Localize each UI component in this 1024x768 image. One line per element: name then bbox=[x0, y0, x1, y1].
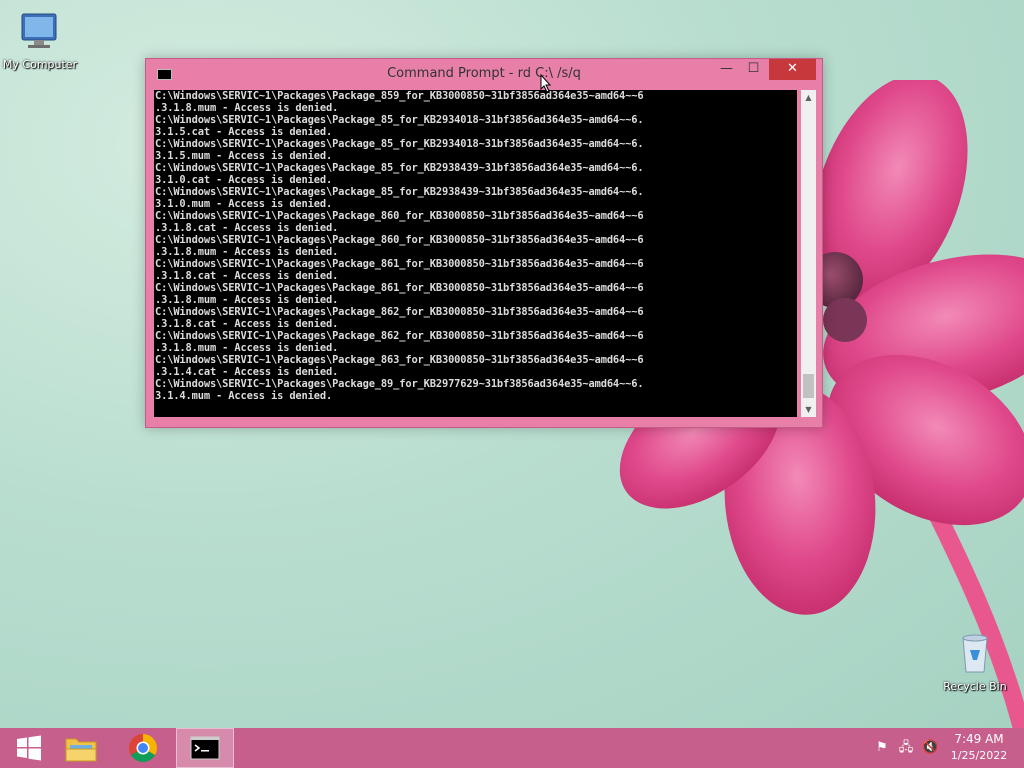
recycle-bin-icon bbox=[962, 634, 988, 673]
my-computer-label: My Computer bbox=[2, 58, 78, 71]
windows-logo-icon bbox=[17, 735, 41, 761]
console-line: C:\Windows\SERVIC~1\Packages\Package_859… bbox=[155, 90, 644, 102]
console-line: .3.1.8.mum - Access is denied. bbox=[155, 246, 339, 258]
clock-date: 1/25/2022 bbox=[950, 749, 1008, 762]
network-icon[interactable]: 🖧 bbox=[898, 740, 914, 756]
console-line: .3.1.8.cat - Access is denied. bbox=[155, 318, 339, 330]
scrollbar-thumb[interactable] bbox=[803, 374, 814, 398]
console-line: .3.1.8.mum - Access is denied. bbox=[155, 102, 339, 114]
console-line: C:\Windows\SERVIC~1\Packages\Package_85_… bbox=[155, 162, 644, 174]
volume-muted-icon[interactable]: 🔇 bbox=[922, 740, 938, 756]
console-line: C:\Windows\SERVIC~1\Packages\Package_862… bbox=[155, 306, 644, 318]
vertical-scrollbar[interactable]: ▲ ▼ bbox=[801, 90, 816, 417]
console-output[interactable]: C:\Windows\SERVIC~1\Packages\Package_859… bbox=[154, 90, 797, 417]
mouse-cursor-icon bbox=[540, 74, 552, 93]
console-line: 3.1.5.mum - Access is denied. bbox=[155, 150, 333, 162]
clock-time: 7:49 AM bbox=[954, 732, 1004, 746]
taskbar-command-prompt[interactable] bbox=[176, 728, 234, 768]
console-line: .3.1.8.cat - Access is denied. bbox=[155, 222, 339, 234]
console-line: 3.1.0.mum - Access is denied. bbox=[155, 198, 333, 210]
minimize-button[interactable]: — bbox=[713, 59, 740, 80]
taskbar: ⚑ 🖧 🔇 7:49 AM 1/25/2022 bbox=[0, 728, 1024, 768]
start-button[interactable] bbox=[0, 728, 58, 768]
console-line: C:\Windows\SERVIC~1\Packages\Package_89_… bbox=[155, 378, 644, 390]
console-line: .3.1.8.cat - Access is denied. bbox=[155, 270, 339, 282]
console-line: 3.1.5.cat - Access is denied. bbox=[155, 126, 333, 138]
desktop: My Computer Recycle Bin Command Prompt -… bbox=[0, 0, 1024, 728]
action-center-flag-icon[interactable]: ⚑ bbox=[874, 740, 890, 756]
maximize-button[interactable]: ☐ bbox=[740, 59, 767, 80]
scroll-up-arrow-icon[interactable]: ▲ bbox=[801, 90, 816, 105]
taskbar-chrome[interactable] bbox=[114, 728, 172, 768]
window-titlebar[interactable]: Command Prompt - rd C:\ /s/q — ☐ ✕ bbox=[146, 59, 822, 89]
taskbar-clock[interactable]: 7:49 AM 1/25/2022 bbox=[948, 732, 1010, 764]
console-line: C:\Windows\SERVIC~1\Packages\Package_863… bbox=[155, 354, 644, 366]
taskbar-file-explorer[interactable] bbox=[52, 728, 110, 768]
console-line: C:\Windows\SERVIC~1\Packages\Package_861… bbox=[155, 282, 644, 294]
console-line: .3.1.8.mum - Access is denied. bbox=[155, 294, 339, 306]
console-line: .3.1.8.mum - Access is denied. bbox=[155, 342, 339, 354]
console-line: C:\Windows\SERVIC~1\Packages\Package_861… bbox=[155, 258, 644, 270]
console-line: C:\Windows\SERVIC~1\Packages\Package_860… bbox=[155, 234, 644, 246]
recycle-bin-desktop-icon[interactable]: Recycle Bin bbox=[934, 628, 1016, 693]
chrome-icon bbox=[129, 734, 157, 762]
folder-icon bbox=[65, 738, 97, 762]
scroll-down-arrow-icon[interactable]: ▼ bbox=[801, 402, 816, 417]
console-line: C:\Windows\SERVIC~1\Packages\Package_85_… bbox=[155, 138, 644, 150]
console-line: C:\Windows\SERVIC~1\Packages\Package_862… bbox=[155, 330, 644, 342]
console-line: C:\Windows\SERVIC~1\Packages\Package_85_… bbox=[155, 114, 644, 126]
command-prompt-window[interactable]: Command Prompt - rd C:\ /s/q — ☐ ✕ C:\Wi… bbox=[145, 58, 823, 428]
console-line: 3.1.0.cat - Access is denied. bbox=[155, 174, 333, 186]
console-line: C:\Windows\SERVIC~1\Packages\Package_860… bbox=[155, 210, 644, 222]
console-line: C:\Windows\SERVIC~1\Packages\Package_85_… bbox=[155, 186, 644, 198]
close-button[interactable]: ✕ bbox=[769, 59, 816, 80]
recycle-bin-label: Recycle Bin bbox=[943, 680, 1007, 693]
console-line: .3.1.4.cat - Access is denied. bbox=[155, 366, 339, 378]
console-icon bbox=[190, 736, 220, 760]
computer-icon bbox=[21, 13, 57, 48]
console-text: C:\Windows\SERVIC~1\Packages\Package_859… bbox=[154, 90, 797, 402]
my-computer-desktop-icon[interactable]: My Computer bbox=[0, 10, 80, 71]
console-line: 3.1.4.mum - Access is denied. bbox=[155, 390, 333, 402]
